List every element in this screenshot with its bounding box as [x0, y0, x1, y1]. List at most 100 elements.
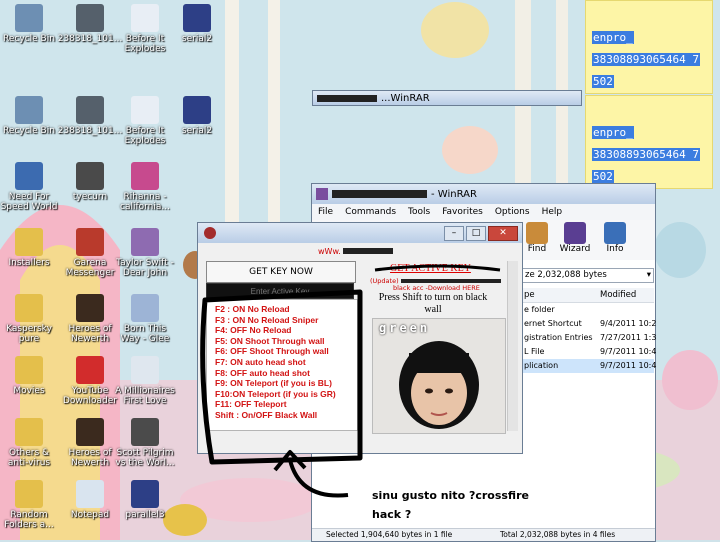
cpp-file-icon — [183, 96, 211, 124]
file-row[interactable]: L File 9/7/2011 10:4 — [522, 345, 657, 359]
desktop-icon[interactable]: serial2 — [162, 96, 232, 136]
desktop-icon[interactable]: Scott Pilgrim vs the Worl... — [110, 418, 180, 468]
find-button[interactable]: Find — [520, 222, 554, 254]
mp3-file-icon — [131, 96, 159, 124]
cheat-list: F2 : ON No Reload F3 : ON No Reload Snipe… — [207, 300, 357, 421]
menu-tools[interactable]: Tools — [402, 207, 436, 217]
info-label: Info — [606, 244, 624, 254]
close-button[interactable]: ✕ — [488, 225, 518, 241]
size-text: ze 2,032,088 bytes — [525, 270, 607, 280]
file-row[interactable]: ernet Shortcut 9/4/2011 10:2 — [522, 317, 656, 331]
address-bar[interactable]: ze 2,032,088 bytes ▾ — [522, 268, 654, 283]
hack-titlebar[interactable]: – □ ✕ — [198, 223, 522, 243]
cheat-list-panel: F2 : ON No Reload F3 : ON No Reload Snipe… — [206, 299, 358, 431]
preview-photo: green — [372, 318, 506, 434]
find-icon — [526, 222, 548, 244]
cheat-item: F2 : ON No Reload — [215, 304, 290, 314]
cheat-item: F7: ON auto head shot — [215, 356, 306, 367]
recycle-bin-icon — [15, 96, 43, 124]
annotation-line-1: sinu gusto nito ?crossfire — [372, 489, 529, 502]
active-key-input[interactable] — [206, 283, 354, 299]
download-text: black acc -Download HERE — [393, 284, 480, 292]
hack-window[interactable]: – □ ✕ wWw. GET KEY NOW F2 : ON No Reload… — [197, 222, 523, 454]
desktop-icon-label: A Millionaires First Love — [115, 386, 175, 406]
column-modified[interactable]: Modified — [600, 288, 636, 302]
cheat-item: F6: OFF Shoot Through wall — [215, 346, 329, 357]
chevron-down-icon[interactable]: ▾ — [647, 269, 651, 282]
sticky-note-line: 38308893065464 7 — [592, 148, 700, 161]
girl-photo-image — [373, 319, 505, 433]
sticky-note-text: enpro_ 38308893065464 7 502 — [592, 122, 700, 188]
file-type: L File — [524, 347, 545, 356]
menu-options[interactable]: Options — [489, 207, 536, 217]
folder-icon — [15, 228, 43, 256]
desktop-icon[interactable]: Born This Way - Glee — [110, 294, 180, 344]
winrar-app-icon — [316, 188, 328, 200]
cheat-item: F5: ON Shoot Through wall — [215, 335, 325, 346]
menu-commands[interactable]: Commands — [339, 207, 402, 217]
menu-favorites[interactable]: Favorites — [436, 207, 489, 217]
cpp-file-icon — [131, 480, 159, 508]
mp4-file-icon — [131, 4, 159, 32]
sticky-note[interactable]: enpro_ 38308893065464 7 502 — [585, 95, 713, 189]
desktop-icon-label: Taylor Swift - Dear John — [116, 258, 174, 278]
film-icon — [131, 418, 159, 446]
game-icon — [15, 162, 43, 190]
file-modified: 9/7/2011 10:4 — [600, 347, 657, 356]
desktop-icon[interactable]: serial2 — [162, 4, 232, 44]
get-active-key-text: GET ACTIVE KEY — [390, 263, 471, 274]
sticky-note-line: 502 — [592, 75, 614, 88]
winrar-window-background[interactable]: ...WinRAR — [312, 90, 582, 106]
file-row[interactable]: e folder — [522, 303, 654, 317]
sticky-note[interactable]: enpro_ 38308893065464 7 502 — [585, 0, 713, 94]
winrar-menubar: File Commands Tools Favorites Options He… — [312, 204, 655, 220]
wizard-button[interactable]: Wizard — [558, 222, 592, 254]
sticky-note-line: 38308893065464 7 — [592, 53, 700, 66]
folder-icon — [15, 418, 43, 446]
hon-icon — [76, 418, 104, 446]
file-list-header: pe Modified — [522, 288, 654, 303]
file-type: plication — [524, 361, 559, 370]
cheat-item: F10:ON Teleport (if you is GR) — [215, 388, 336, 399]
get-active-key-link[interactable]: GET ACTIVE KEY — [390, 263, 471, 274]
desktop-icon[interactable]: Rihanna - california... — [110, 162, 180, 212]
menu-file[interactable]: File — [312, 207, 339, 217]
desktop-icon[interactable]: parallel3 — [110, 480, 180, 520]
hack-app-icon — [204, 227, 216, 239]
music-icon — [131, 228, 159, 256]
file-modified: 9/7/2011 10:4 — [600, 361, 657, 370]
info-button[interactable]: Info — [598, 222, 632, 254]
desktop-icon[interactable]: A Millionaires First Love — [110, 356, 180, 406]
maximize-button[interactable]: □ — [466, 225, 486, 241]
column-type[interactable]: pe — [524, 288, 535, 302]
file-row[interactable]: gistration Entries 7/27/2011 1:3 — [522, 331, 657, 345]
winrar-titlebar[interactable]: - WinRAR — [312, 184, 655, 204]
photo-caption-text: green — [379, 321, 431, 335]
shift-text: Press Shift to turn on black wall — [378, 292, 488, 315]
redacted-title — [332, 190, 427, 198]
hon-icon — [76, 294, 104, 322]
desktop-icon-label: serial2 — [181, 34, 213, 44]
desktop-icon[interactable]: Taylor Swift - Dear John — [110, 228, 180, 278]
download-link[interactable]: black acc -Download HERE — [393, 284, 480, 292]
file-modified: 7/27/2011 1:3 — [600, 333, 657, 342]
minimize-button[interactable]: – — [444, 225, 464, 241]
desktop-icon-label: parallel3 — [125, 510, 165, 520]
notepad-icon — [76, 480, 104, 508]
photo-icon — [76, 162, 104, 190]
site-text: wWw. — [318, 247, 341, 256]
photo-caption: green — [379, 321, 430, 335]
file-row[interactable]: plication 9/7/2011 10:4 — [522, 359, 657, 373]
sticky-note-line: 502 — [592, 170, 614, 183]
file-type: ernet Shortcut — [524, 319, 582, 328]
desktop-icon-label: Rihanna - california... — [120, 192, 170, 212]
desktop-icon-label: Born This Way - Glee — [120, 324, 170, 344]
menu-help[interactable]: Help — [536, 207, 569, 217]
file-list: e folder ernet Shortcut 9/4/2011 10:2 gistr… — [522, 303, 657, 373]
vertical-scrollbar[interactable] — [507, 261, 518, 431]
cpp-file-icon — [183, 4, 211, 32]
video-icon — [131, 356, 159, 384]
get-key-button[interactable]: GET KEY NOW — [206, 261, 356, 283]
file-type: gistration Entries — [524, 333, 593, 342]
music-icon — [131, 162, 159, 190]
